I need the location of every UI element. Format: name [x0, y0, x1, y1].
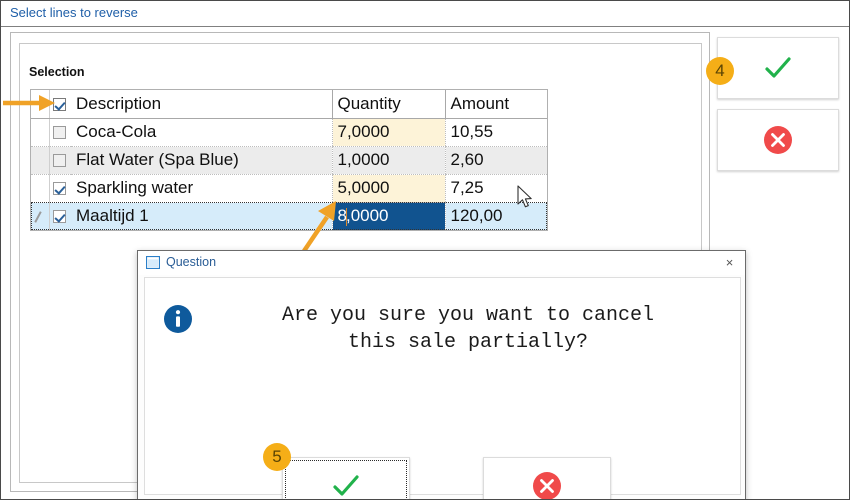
row-checkbox[interactable]: [52, 126, 66, 140]
badge-step-4-text: 4: [715, 61, 725, 80]
app-window: Select lines to reverse Selection Descri…: [0, 0, 850, 500]
question-dialog: Question × Are you sure you want to canc…: [137, 250, 746, 499]
table-row[interactable]: Maaltijd 1 8,0000 120,00: [31, 202, 547, 230]
badge-step-4: 4: [706, 57, 734, 85]
table-header-row: Description Quantity Amount: [31, 90, 547, 119]
table-row[interactable]: Flat Water (Spa Blue) 1,0000 2,60: [31, 146, 547, 175]
row-indicator: [31, 118, 50, 147]
badge-step-5-text: 5: [272, 447, 282, 466]
row-indicator: [31, 174, 50, 203]
cell-amount[interactable]: 10,55: [444, 118, 547, 147]
table-row[interactable]: Sparkling water 5,0000 7,25: [31, 174, 547, 203]
dialog-confirm-button[interactable]: [282, 457, 410, 499]
cancel-circle-icon: [764, 126, 792, 154]
lines-grid[interactable]: Description Quantity Amount Coca-Cola 7,…: [30, 89, 548, 231]
table-body: Coca-Cola 7,0000 10,55 Flat Water (Spa B…: [31, 118, 547, 230]
row-indicator: [31, 146, 50, 175]
dialog-message: Are you sure you want to cancel this sal…: [223, 302, 713, 356]
window-title-text: Select lines to reverse: [10, 5, 138, 20]
edit-pencil-icon: [31, 203, 48, 231]
dialog-title-bar: Question ×: [138, 251, 745, 275]
mouse-cursor: [517, 185, 532, 208]
cell-description[interactable]: Sparkling water: [71, 174, 332, 203]
cell-amount[interactable]: 2,60: [444, 146, 547, 175]
dialog-cancel-button[interactable]: [483, 457, 611, 499]
header-description[interactable]: Description: [71, 90, 332, 119]
row-checkbox[interactable]: [52, 210, 66, 224]
row-checkbox-cell[interactable]: [49, 174, 71, 203]
dialog-title-text: Question: [166, 255, 217, 269]
cell-description[interactable]: Flat Water (Spa Blue): [71, 146, 332, 175]
selection-groupbox-legend: Selection: [25, 65, 89, 79]
cell-description[interactable]: Maaltijd 1: [71, 202, 332, 230]
window-title-bar: Select lines to reverse: [1, 1, 849, 27]
cancel-button[interactable]: [717, 109, 839, 171]
row-checkbox-cell[interactable]: [49, 118, 71, 147]
cancel-circle-icon: [533, 472, 561, 499]
dialog-message-line-2: this sale partially?: [347, 331, 589, 354]
cell-description[interactable]: Coca-Cola: [71, 118, 332, 147]
badge-step-5: 5: [263, 443, 291, 471]
row-checkbox-cell[interactable]: [49, 202, 71, 230]
dialog-body: Are you sure you want to cancel this sal…: [144, 277, 741, 499]
check-icon: [333, 475, 359, 496]
arrow-to-quantity-cell: [302, 201, 336, 253]
check-icon: [765, 57, 791, 78]
info-icon: [164, 305, 192, 333]
dialog-message-line-1: Are you sure you want to cancel: [281, 304, 655, 327]
window-icon: [146, 256, 160, 269]
header-quantity[interactable]: Quantity: [331, 90, 445, 119]
row-checkbox[interactable]: [52, 182, 66, 196]
cell-quantity[interactable]: 1,0000: [331, 146, 445, 175]
row-indicator-editing: [31, 202, 50, 231]
cell-quantity[interactable]: 7,0000: [331, 118, 445, 147]
dialog-close-button[interactable]: ×: [721, 254, 738, 271]
arrow-to-coca-cola-checkbox: [3, 95, 55, 111]
row-checkbox[interactable]: [52, 154, 66, 168]
table-row[interactable]: Coca-Cola 7,0000 10,55: [31, 118, 547, 147]
header-amount[interactable]: Amount: [444, 90, 547, 119]
confirm-button[interactable]: [717, 37, 839, 99]
row-checkbox-cell[interactable]: [49, 146, 71, 175]
